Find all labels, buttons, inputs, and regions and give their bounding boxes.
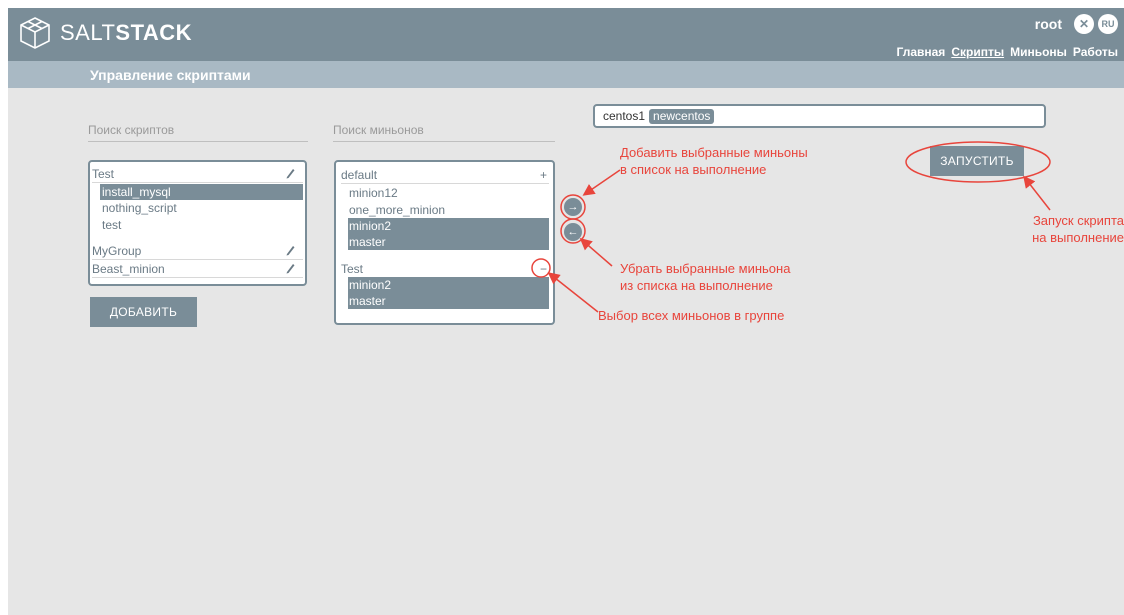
run-target-field[interactable]: centos1 newcentos (593, 104, 1046, 128)
user-area: root ✕ RU (1035, 14, 1118, 34)
main-nav: Главная Скрипты Миньоны Работы (891, 45, 1119, 59)
close-icon[interactable]: ✕ (1074, 14, 1094, 34)
logo-text: SALTSTACK (60, 20, 193, 45)
run-button[interactable]: ЗАПУСТИТЬ (930, 146, 1024, 176)
minion-group-test[interactable]: Test − (341, 261, 549, 277)
minus-icon[interactable]: − (540, 261, 547, 277)
pencil-icon[interactable] (285, 167, 295, 179)
annotation-remove: Убрать выбранные миньона из списка на вы… (620, 261, 791, 293)
nav-jobs[interactable]: Работы (1073, 45, 1118, 59)
minion-group-default[interactable]: default + (341, 167, 549, 184)
top-bar: SALTSTACK root ✕ RU Главная Скрипты Минь… (8, 8, 1124, 61)
minion-item-minion2[interactable]: minion2 (348, 218, 549, 234)
script-group-mygroup[interactable]: MyGroup (92, 243, 303, 260)
script-group-label: Beast_minion (92, 262, 165, 276)
pencil-icon[interactable] (285, 262, 295, 274)
script-item-install-mysql[interactable]: install_mysql (100, 184, 303, 200)
add-to-run-button[interactable]: → (564, 198, 582, 216)
plus-icon[interactable]: + (540, 167, 547, 183)
annotation-add: Добавить выбранные миньоны в список на в… (620, 145, 808, 177)
nav-home[interactable]: Главная (897, 45, 946, 59)
nav-minions[interactable]: Миньоны (1010, 45, 1067, 59)
annotation-select-all: Выбор всех миньонов в группе (598, 308, 785, 323)
run-target-tag[interactable]: newcentos (649, 108, 715, 124)
script-item-test[interactable]: test (102, 217, 121, 233)
nav-scripts[interactable]: Скрипты (951, 45, 1004, 59)
minion-item-master[interactable]: master (348, 293, 549, 309)
minion-group-label: Test (341, 262, 364, 276)
scripts-panel: Test install_mysql nothing_script test M… (88, 160, 307, 286)
minion-item-minion12[interactable]: minion12 (349, 185, 398, 201)
minion-search-input[interactable]: Поиск миньонов (333, 123, 555, 142)
script-item-nothing-script[interactable]: nothing_script (102, 200, 177, 216)
annotation-run: Запуск скрипта на выполнение (1032, 213, 1124, 245)
minion-item-master[interactable]: master (348, 234, 549, 250)
minion-group-label: default (341, 168, 378, 182)
app-window: SALTSTACK root ✕ RU Главная Скрипты Минь… (8, 8, 1124, 615)
minion-item-one-more-minion[interactable]: one_more_minion (349, 202, 445, 218)
script-search-input[interactable]: Поиск скриптов (88, 123, 308, 142)
sub-header: Управление скриптами (8, 61, 1124, 88)
script-group-label: MyGroup (92, 244, 142, 258)
run-target: centos1 (603, 109, 646, 123)
script-group-beast-minion[interactable]: Beast_minion (92, 261, 303, 278)
page-title: Управление скриптами (90, 67, 251, 83)
pencil-icon[interactable] (285, 244, 295, 256)
minions-panel: default + minion12 one_more_minion minio… (334, 160, 555, 325)
language-button[interactable]: RU (1098, 14, 1118, 34)
page: SALTSTACK root ✕ RU Главная Скрипты Минь… (0, 0, 1124, 615)
script-group-label: Test (92, 167, 115, 181)
minion-item-minion2[interactable]: minion2 (348, 277, 549, 293)
remove-from-run-button[interactable]: ← (564, 223, 582, 241)
saltstack-logo-icon (20, 17, 50, 49)
username[interactable]: root (1035, 16, 1062, 32)
script-group-test[interactable]: Test (92, 166, 303, 183)
logo[interactable]: SALTSTACK (18, 16, 192, 50)
add-script-button[interactable]: ДОБАВИТЬ (90, 297, 197, 327)
